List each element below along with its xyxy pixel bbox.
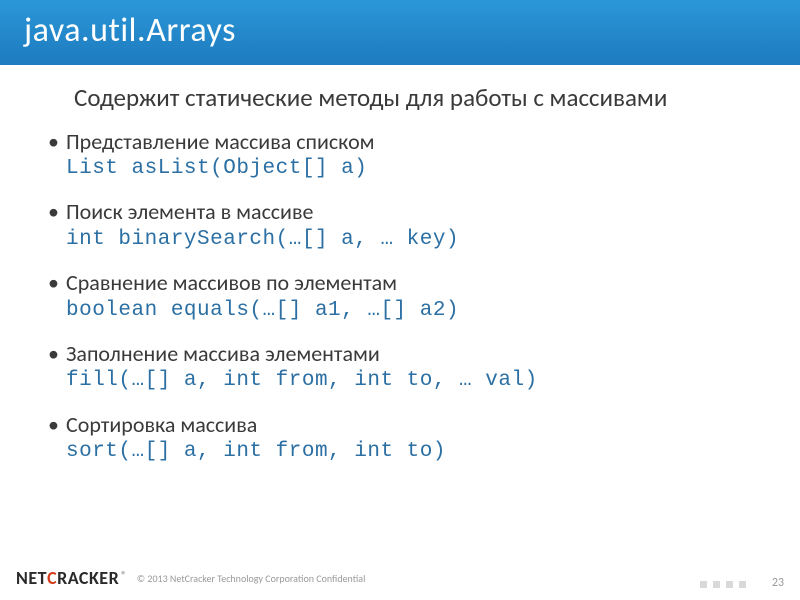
dot-icon — [739, 581, 746, 588]
bullet-code: int binarySearch(…[] a, … key) — [66, 226, 760, 253]
slide: java.util.Arrays Содержит статические ме… — [0, 0, 800, 600]
logo-racker: RACKER — [57, 567, 119, 589]
slide-content: Содержит статические методы для работы с… — [0, 65, 800, 465]
slide-title: java.util.Arrays — [24, 10, 236, 51]
logo-net: NET — [16, 567, 47, 589]
decor-dots — [700, 581, 746, 588]
copyright-text: © 2013 NetCracker Technology Corporation… — [137, 572, 366, 585]
logo: NETCRACKER® — [16, 567, 127, 589]
logo-c: C — [47, 567, 57, 589]
bullet-code: List asList(Object[] a) — [66, 155, 760, 182]
bullet-text: Заполнение массива элементами — [66, 340, 380, 367]
list-item: Сравнение массивов по элементам boolean … — [48, 269, 760, 324]
list-item: Заполнение массива элементами fill(…[] a… — [48, 340, 760, 395]
bullet-list: Представление массива списком List asLis… — [48, 128, 760, 466]
intro-text: Содержит статические методы для работы с… — [48, 83, 760, 114]
list-item: Представление массива списком List asLis… — [48, 128, 760, 183]
bullet-text: Сравнение массивов по элементам — [66, 269, 397, 296]
page-number: 23 — [772, 576, 784, 590]
bullet-code: fill(…[] a, int from, int to, … val) — [66, 367, 760, 394]
bullet-code: sort(…[] a, int from, int to) — [66, 438, 760, 465]
slide-title-bar: java.util.Arrays — [0, 0, 800, 65]
bullet-code: boolean equals(…[] a1, …[] a2) — [66, 297, 760, 324]
list-item: Сортировка массива sort(…[] a, int from,… — [48, 411, 760, 466]
dot-icon — [700, 581, 707, 588]
slide-footer: NETCRACKER® © 2013 NetCracker Technology… — [0, 564, 800, 592]
bullet-text: Поиск элемента в массиве — [66, 198, 313, 225]
list-item: Поиск элемента в массиве int binarySearc… — [48, 198, 760, 253]
logo-reg: ® — [121, 568, 127, 581]
dot-icon — [726, 581, 733, 588]
dot-icon — [713, 581, 720, 588]
bullet-text: Представление массива списком — [66, 128, 375, 155]
bullet-text: Сортировка массива — [66, 411, 257, 438]
